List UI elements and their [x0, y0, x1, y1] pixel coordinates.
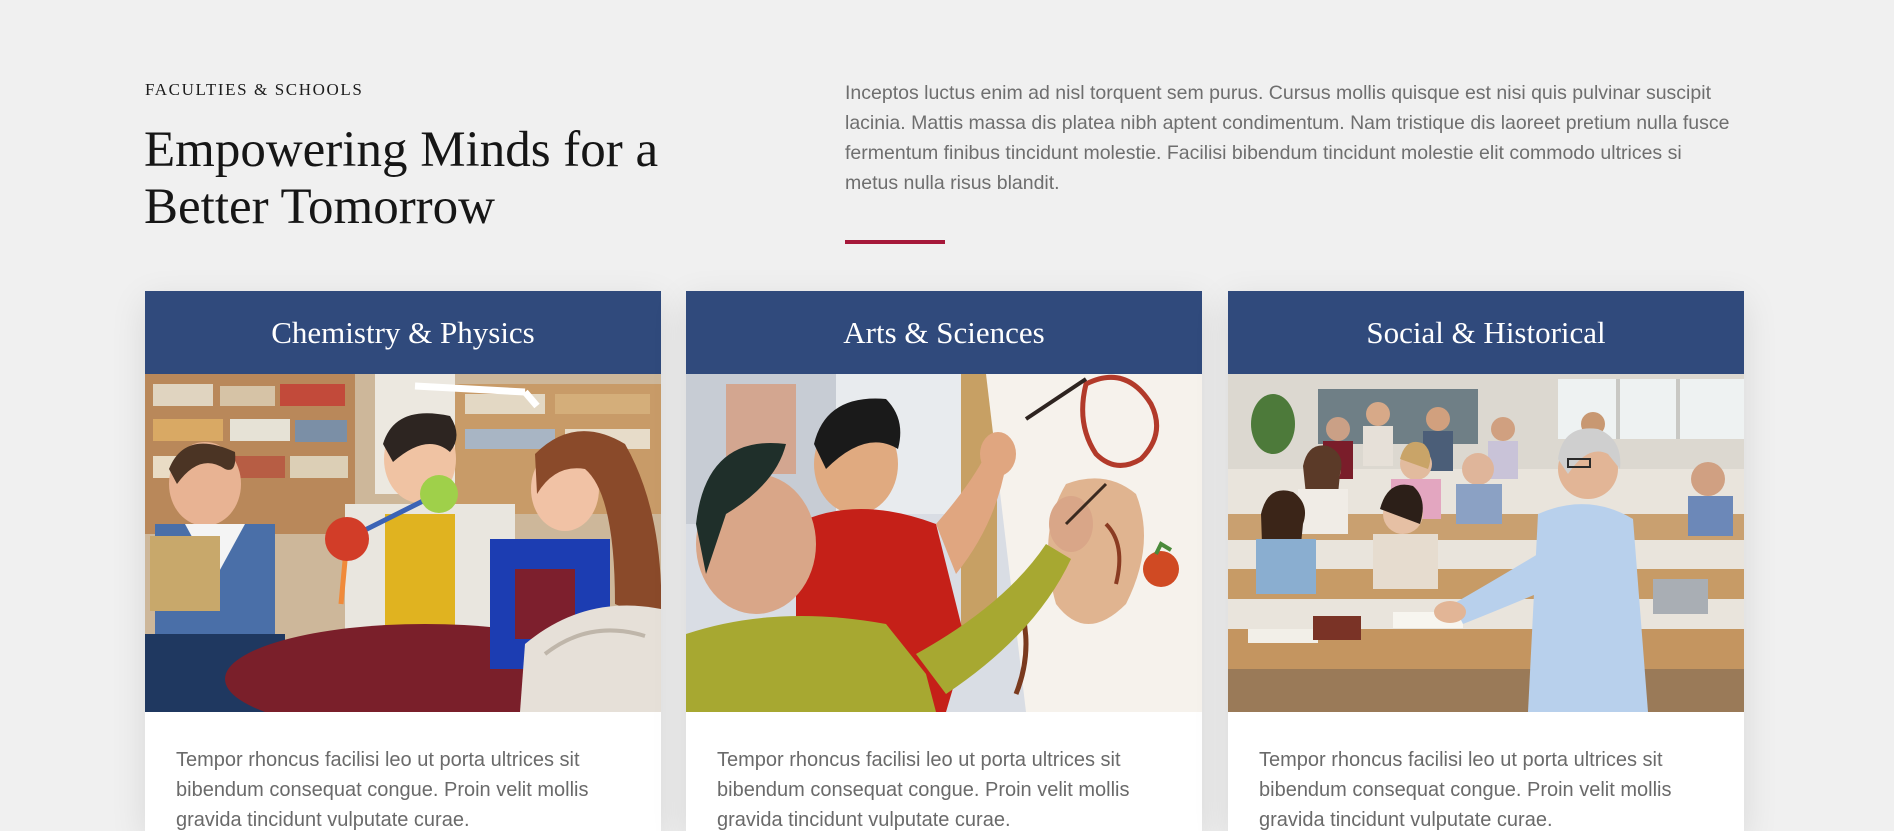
accent-rule [845, 240, 945, 244]
section-title: Empowering Minds for a Better Tomorrow [144, 122, 659, 235]
section-intro: Inceptos luctus enim ad nisl torquent se… [845, 82, 1730, 194]
faculty-card-arts-sciences[interactable]: Arts & Sciences Tempor rhoncus facilisi … [686, 291, 1202, 831]
students-with-molecule-model-photo [145, 374, 661, 712]
section-eyebrow: FACULTIES & SCHOOLS [145, 80, 364, 99]
faculty-card-chemistry-physics[interactable]: Chemistry & Physics Tempor rhoncus facil… [145, 291, 661, 831]
card-description: Tempor rhoncus facilisi leo ut porta ult… [176, 749, 589, 831]
card-title[interactable]: Social & Historical [1228, 291, 1744, 374]
card-description: Tempor rhoncus facilisi leo ut porta ult… [1259, 749, 1672, 831]
faculty-card-social-historical[interactable]: Social & Historical Tempor rhoncus facil… [1228, 291, 1744, 831]
card-title[interactable]: Arts & Sciences [686, 291, 1202, 374]
card-title[interactable]: Chemistry & Physics [145, 291, 661, 374]
lecturer-in-classroom-photo [1228, 374, 1744, 712]
card-description: Tempor rhoncus facilisi leo ut porta ult… [717, 749, 1130, 831]
students-painting-canvas-photo [686, 374, 1202, 712]
